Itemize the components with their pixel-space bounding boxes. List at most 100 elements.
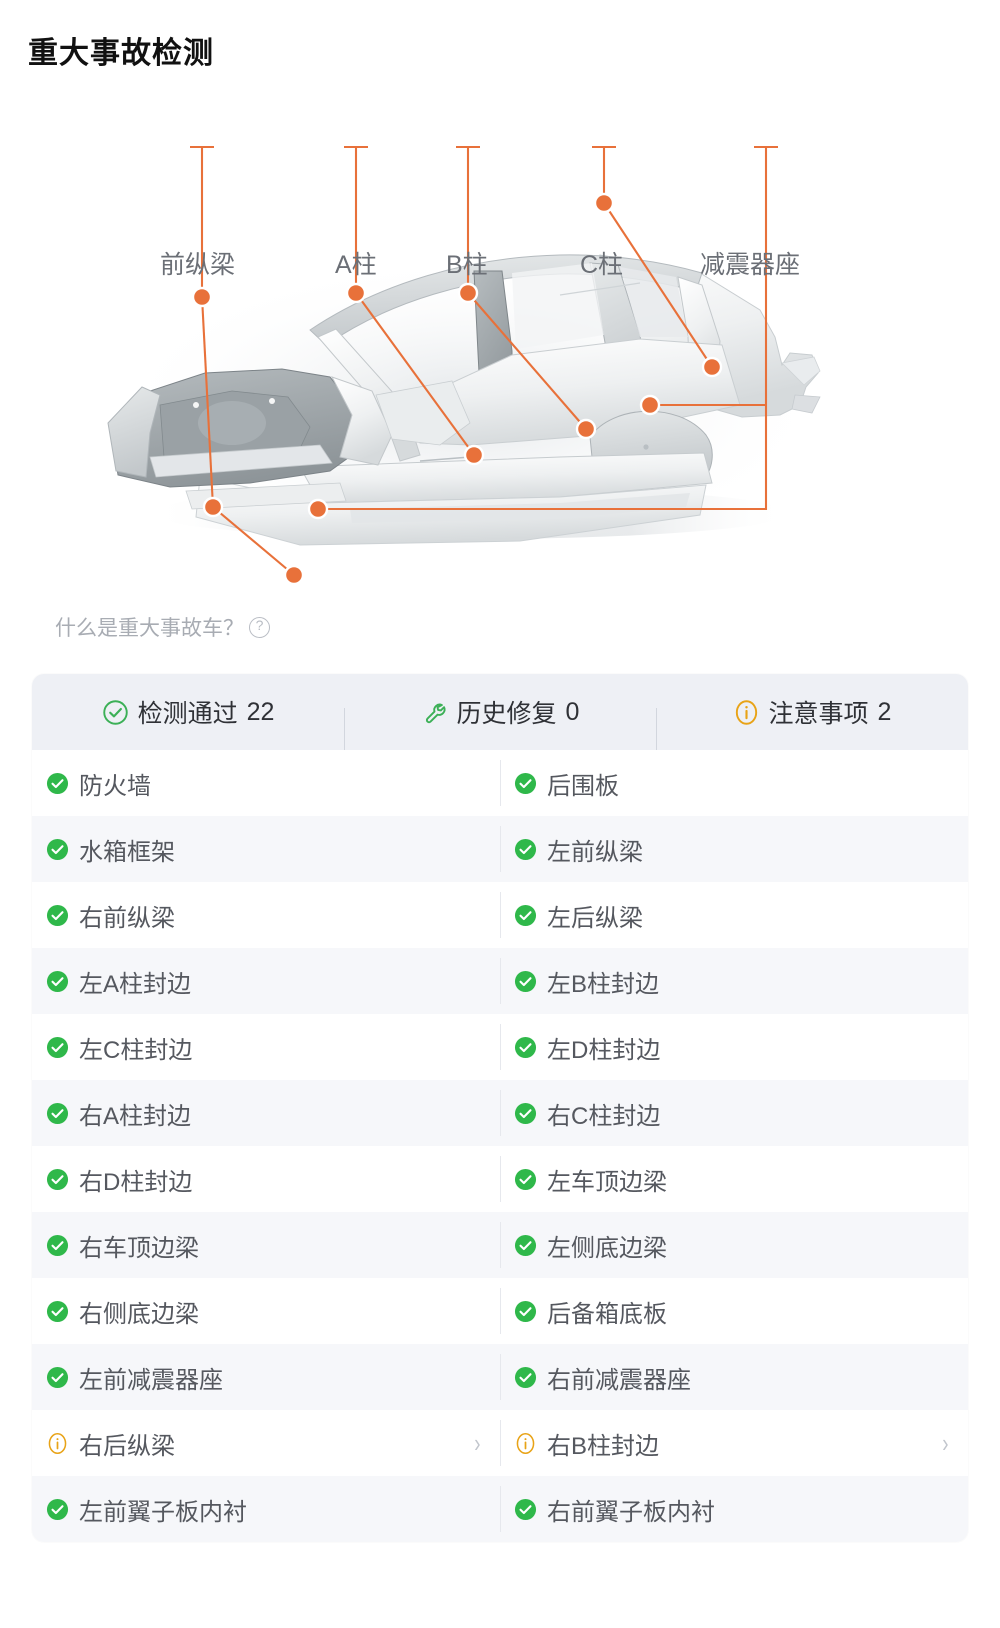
- table-row: 左A柱封边 左B柱封边: [32, 948, 968, 1014]
- table-row: 左C柱封边 左D柱封边: [32, 1014, 968, 1080]
- checklist-item-label: 左C柱封边: [79, 1036, 193, 1064]
- checklist-item-label: 左前减震器座: [79, 1366, 223, 1394]
- checklist-item-label: 右前减震器座: [547, 1366, 691, 1394]
- check-circle-filled-icon: [46, 970, 69, 993]
- checklist-item-label: 防火墙: [79, 772, 151, 800]
- checklist-grid: 防火墙 后围板水箱框架 左前纵梁右前纵梁 左后纵梁左A柱封边 左B柱封边左C柱封边 左D柱…: [32, 750, 968, 1542]
- summary-repaired-count: 0: [565, 697, 580, 726]
- summary-bar: 检测通过 22 历史修复 0 注意事项 2: [32, 674, 968, 754]
- table-row: 右A柱封边 右C柱封边: [32, 1080, 968, 1146]
- checklist-item-label: 水箱框架: [79, 838, 175, 866]
- summary-item-attention[interactable]: 注意事项 2: [656, 694, 968, 754]
- checklist-cell-left: 右A柱封边: [32, 1080, 500, 1146]
- checklist-item-label: 左B柱封边: [547, 970, 660, 998]
- callout-label-front-rail: 前纵梁: [160, 251, 236, 279]
- checklist-item-label: 右A柱封边: [79, 1102, 192, 1130]
- checklist-item-label: 左D柱封边: [547, 1036, 661, 1064]
- checklist-item-label: 右前纵梁: [79, 904, 175, 932]
- check-circle-filled-icon: [46, 1366, 69, 1389]
- checklist-item-label: 右侧底边梁: [79, 1300, 199, 1328]
- car-body-diagram: 前纵梁 A柱 B柱 C柱 减震器座: [0, 105, 1000, 605]
- inspection-card: 检测通过 22 历史修复 0 注意事项 2 防火墙 后围板 水箱框架 左前纵梁 …: [32, 674, 968, 1542]
- checklist-cell-left: 水箱框架: [32, 816, 500, 882]
- what-is-major-accident-link[interactable]: 什么是重大事故车？: [55, 612, 270, 642]
- table-row: 右车顶边梁 左侧底边梁: [32, 1212, 968, 1278]
- checklist-item-label: 右D柱封边: [79, 1168, 193, 1196]
- checklist-cell-left: 左A柱封边: [32, 948, 500, 1014]
- check-circle-outline-icon: [102, 699, 129, 726]
- summary-item-repaired[interactable]: 历史修复 0: [344, 694, 656, 754]
- callout-label-c-pillar: C柱: [580, 251, 624, 279]
- check-circle-filled-icon: [46, 1300, 69, 1323]
- table-row: 左前减震器座 右前减震器座: [32, 1344, 968, 1410]
- checklist-item-label: 后围板: [547, 772, 619, 800]
- table-row: 右D柱封边 左车顶边梁: [32, 1146, 968, 1212]
- info-circle-outline-icon: [46, 1432, 69, 1455]
- checklist-cell-left: 右侧底边梁: [32, 1278, 500, 1344]
- checklist-cell-left: 左前减震器座: [32, 1344, 500, 1410]
- checklist-cell-right: 左D柱封边: [500, 1014, 968, 1080]
- checklist-item-label: 左A柱封边: [79, 970, 192, 998]
- checklist-item-label: 右车顶边梁: [79, 1234, 199, 1262]
- summary-item-passed[interactable]: 检测通过 22: [32, 694, 344, 730]
- table-row: 右前纵梁 左后纵梁: [32, 882, 968, 948]
- check-circle-filled-icon: [514, 904, 537, 927]
- check-circle-filled-icon: [514, 1366, 537, 1389]
- checklist-cell-left: 右车顶边梁: [32, 1212, 500, 1278]
- table-row: 防火墙 后围板: [32, 750, 968, 816]
- check-circle-filled-icon: [514, 772, 537, 795]
- check-circle-filled-icon: [514, 970, 537, 993]
- check-circle-filled-icon: [46, 1036, 69, 1059]
- check-circle-filled-icon: [514, 1234, 537, 1257]
- check-circle-filled-icon: [514, 1102, 537, 1125]
- checklist-cell-right: 后备箱底板: [500, 1278, 968, 1344]
- checklist-item-label: 左前翼子板内衬: [79, 1498, 247, 1526]
- checklist-cell-left: 左前翼子板内衬: [32, 1476, 500, 1542]
- checklist-item-label: 右C柱封边: [547, 1102, 661, 1130]
- what-is-label: 什么是重大事故车？: [55, 617, 244, 640]
- checklist-item-label: 右前翼子板内衬: [547, 1498, 715, 1526]
- page-title: 重大事故检测: [28, 37, 214, 70]
- checklist-cell-left: 右前纵梁: [32, 882, 500, 948]
- summary-passed-label: 检测通过: [137, 700, 238, 728]
- info-circle-outline-icon: [514, 1432, 537, 1455]
- checklist-cell-left: 防火墙: [32, 750, 500, 816]
- chevron-right-icon[interactable]: ›: [943, 1430, 949, 1456]
- checklist-cell-right: 左车顶边梁: [500, 1146, 968, 1212]
- checklist-cell-right: 左B柱封边: [500, 948, 968, 1014]
- checklist-item-label: 右后纵梁: [79, 1432, 175, 1460]
- check-circle-filled-icon: [46, 904, 69, 927]
- summary-repaired-label: 历史修复: [456, 700, 557, 728]
- car-frame-illustration: [107, 145, 830, 586]
- check-circle-filled-icon: [514, 1498, 537, 1521]
- checklist-item-label: 左前纵梁: [547, 838, 643, 866]
- check-circle-filled-icon: [46, 772, 69, 795]
- check-circle-filled-icon: [46, 1102, 69, 1125]
- summary-attention-label: 注意事项: [768, 700, 869, 728]
- table-row: 左前翼子板内衬 右前翼子板内衬: [32, 1476, 968, 1542]
- wrench-icon: [421, 699, 448, 726]
- checklist-cell-left[interactable]: 右后纵梁 ›: [32, 1410, 500, 1476]
- table-row: 右侧底边梁 后备箱底板: [32, 1278, 968, 1344]
- check-circle-filled-icon: [46, 838, 69, 861]
- check-circle-filled-icon: [514, 1036, 537, 1059]
- checklist-item-label: 左车顶边梁: [547, 1168, 667, 1196]
- checklist-item-label: 后备箱底板: [547, 1300, 667, 1328]
- table-row: 水箱框架 左前纵梁: [32, 816, 968, 882]
- checklist-item-label: 右B柱封边: [547, 1432, 660, 1460]
- checklist-cell-right: 右前翼子板内衬: [500, 1476, 968, 1542]
- info-circle-outline-icon: [733, 699, 760, 726]
- question-circle-icon[interactable]: [249, 616, 270, 638]
- chevron-right-icon[interactable]: ›: [475, 1430, 481, 1456]
- checklist-cell-right[interactable]: 右B柱封边 ›: [500, 1410, 968, 1476]
- check-circle-filled-icon: [514, 1168, 537, 1191]
- summary-attention-count: 2: [877, 697, 892, 726]
- checklist-cell-right: 后围板: [500, 750, 968, 816]
- callout-label-a-pillar: A柱: [335, 251, 377, 279]
- check-circle-filled-icon: [46, 1234, 69, 1257]
- checklist-cell-left: 右D柱封边: [32, 1146, 500, 1212]
- summary-passed-count: 22: [246, 697, 275, 726]
- checklist-cell-right: 右前减震器座: [500, 1344, 968, 1410]
- check-circle-filled-icon: [514, 838, 537, 861]
- table-row: 右后纵梁 › 右B柱封边 ›: [32, 1410, 968, 1476]
